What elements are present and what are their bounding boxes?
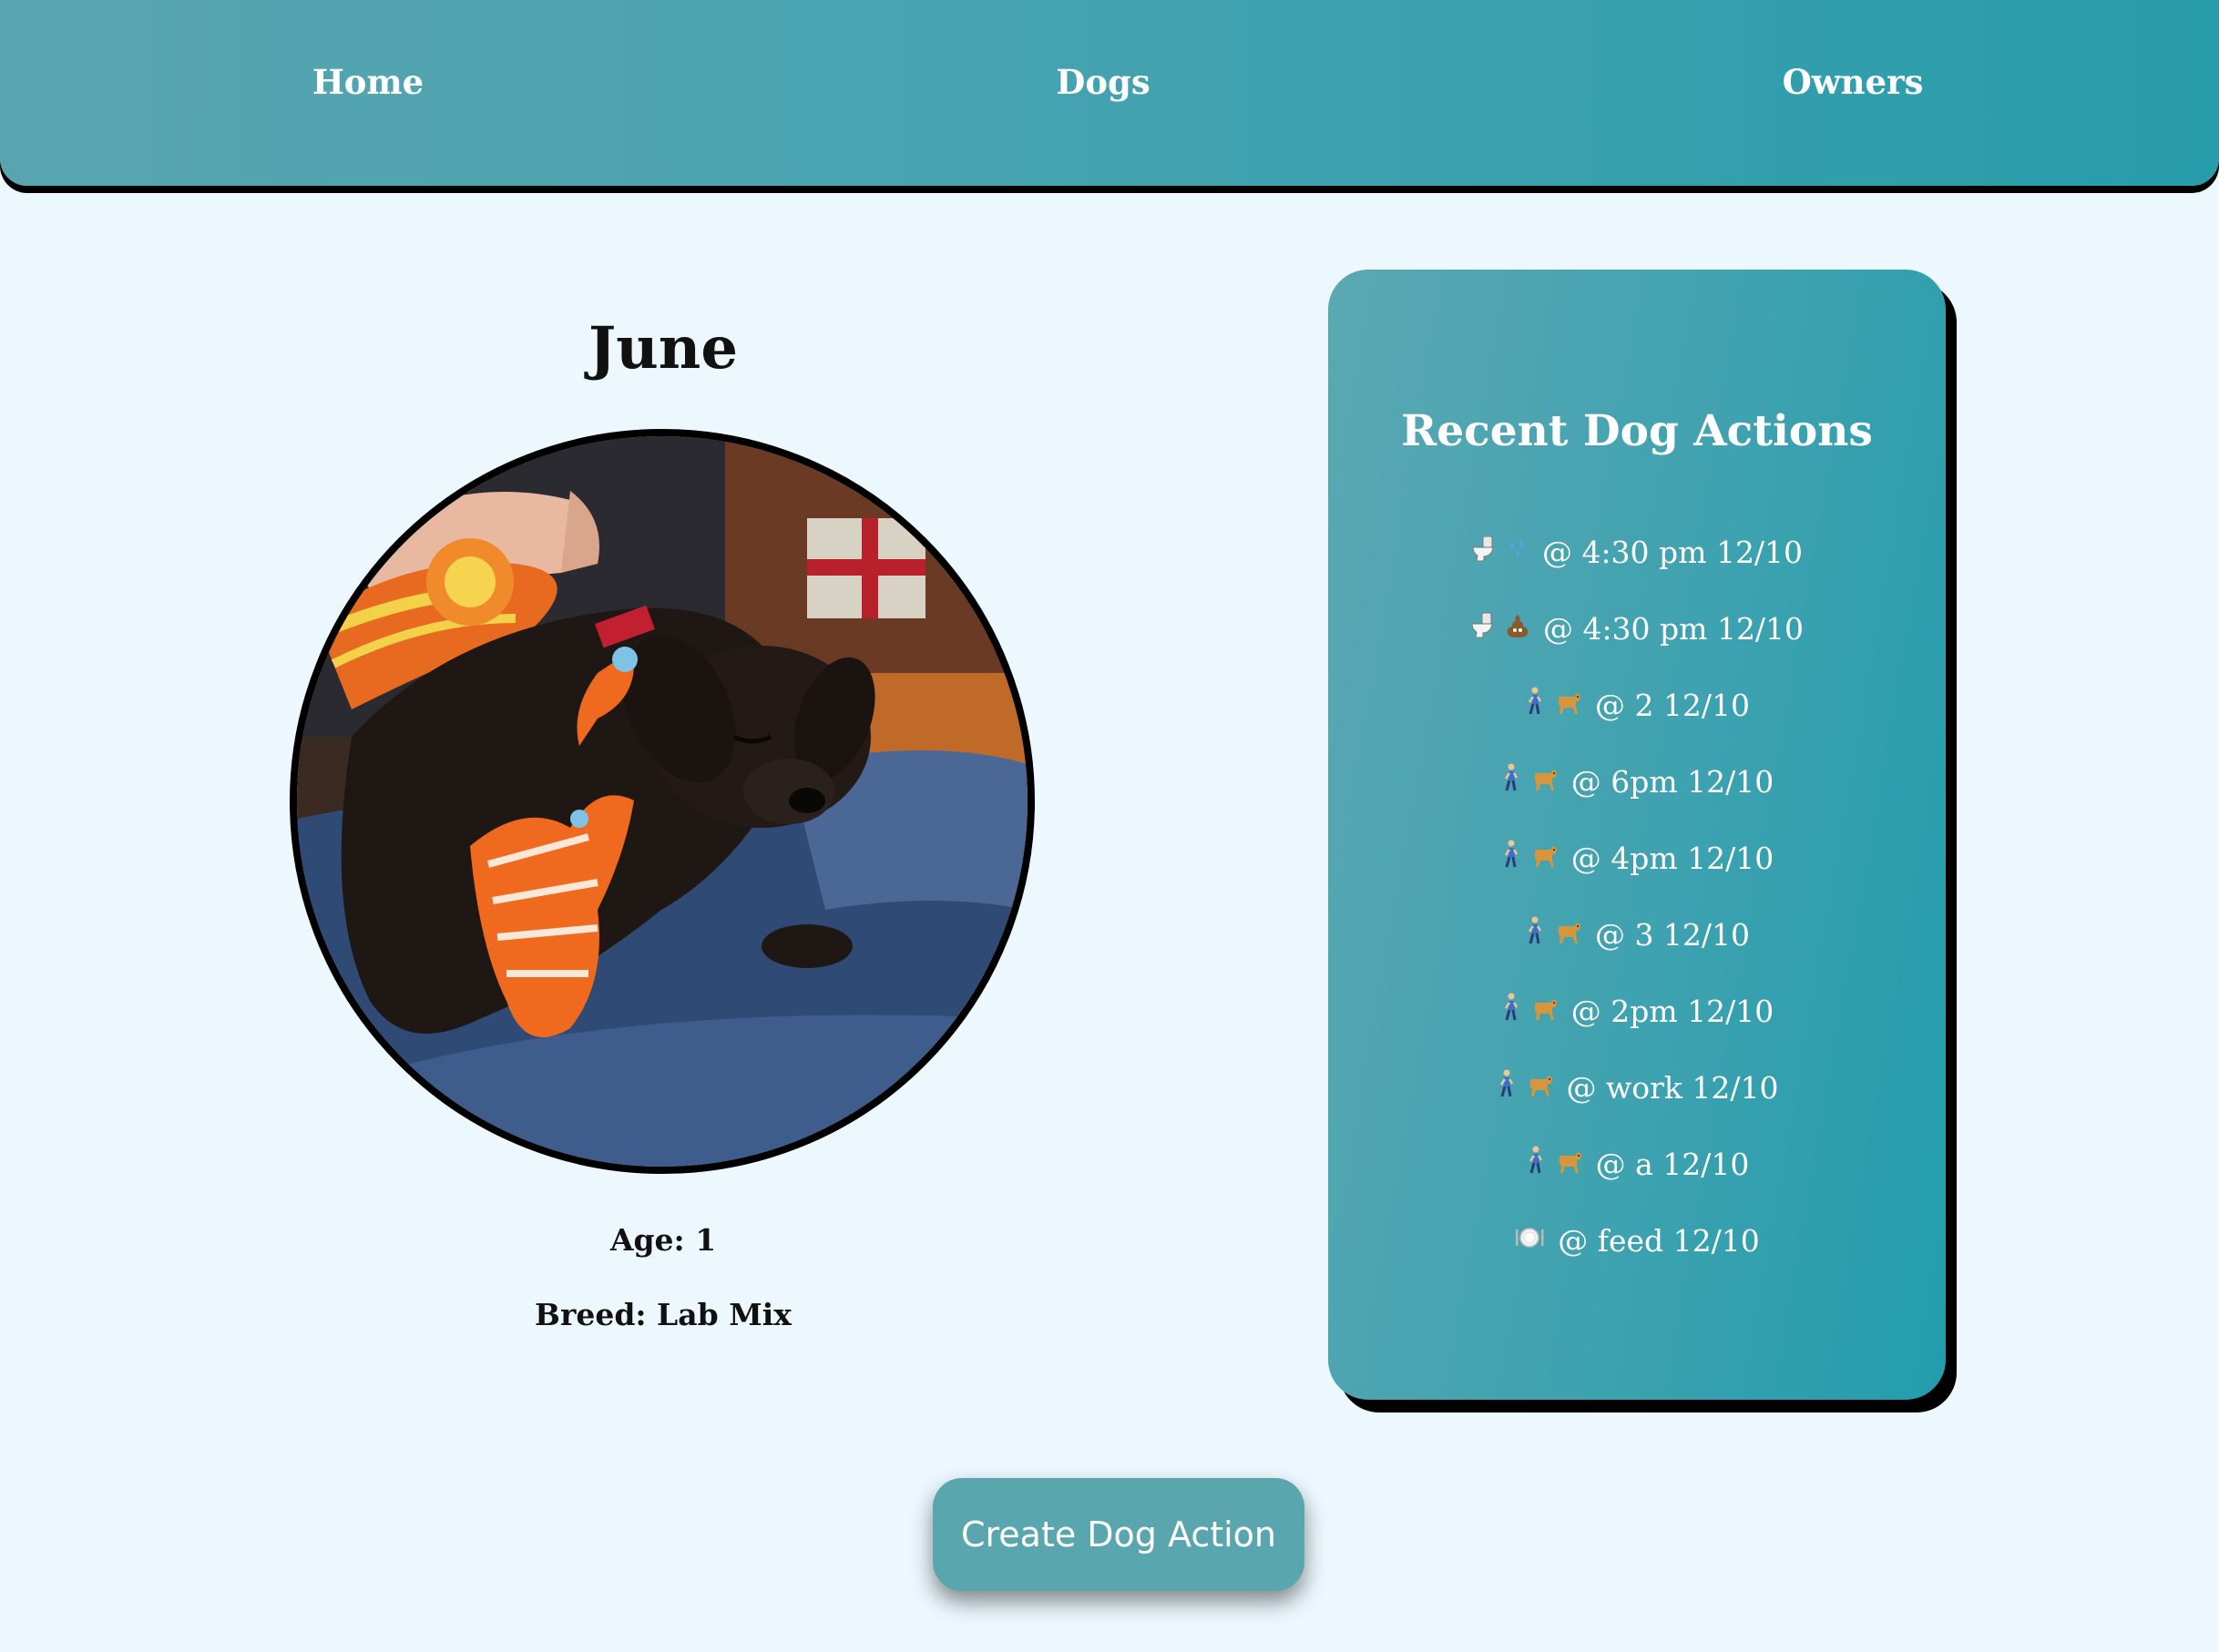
droplets-icon xyxy=(1506,535,1529,570)
dog-photo xyxy=(290,429,1035,1174)
action-text: @ 2 12/10 xyxy=(1594,687,1751,723)
action-text: @ 3 12/10 xyxy=(1594,916,1751,953)
action-icons xyxy=(1524,916,1582,953)
actions-list: @ 4:30 pm 12/10 @ 4:30 pm 12/10 @ 2 12/10 @… xyxy=(1328,514,1946,1279)
poop-icon xyxy=(1505,611,1530,647)
recent-actions-card: Recent Dog Actions @ 4:30 pm 12/10 @ 4:30… xyxy=(1328,270,1946,1400)
action-icons xyxy=(1470,611,1530,647)
dog-icon xyxy=(1531,841,1559,876)
action-text: @ feed 12/10 xyxy=(1558,1222,1760,1259)
action-item: @ a 12/10 xyxy=(1328,1126,1946,1202)
action-icons xyxy=(1500,763,1559,800)
action-icons xyxy=(1524,687,1582,723)
action-text: @ 4:30 pm 12/10 xyxy=(1541,534,1804,570)
action-icons xyxy=(1500,840,1559,876)
dog-icon xyxy=(1556,1147,1583,1182)
walking-person-icon xyxy=(1500,840,1520,876)
action-icons xyxy=(1500,993,1559,1029)
toilet-icon xyxy=(1471,535,1495,570)
walking-person-icon xyxy=(1500,763,1520,800)
dog-icon xyxy=(1531,764,1559,800)
action-text: @ 4pm 12/10 xyxy=(1570,840,1774,876)
walking-person-icon xyxy=(1524,916,1544,953)
action-icons xyxy=(1525,1146,1583,1182)
toilet-icon xyxy=(1470,611,1494,647)
action-icons xyxy=(1496,1069,1554,1106)
dog-icon xyxy=(1527,1070,1554,1106)
action-item: @ feed 12/10 xyxy=(1328,1202,1946,1279)
dog-icon xyxy=(1555,688,1582,723)
dog-icon xyxy=(1555,917,1582,953)
dog-name: June xyxy=(588,314,739,382)
action-item: @ 2pm 12/10 xyxy=(1328,973,1946,1049)
walking-person-icon xyxy=(1524,687,1544,723)
action-item: @ 4:30 pm 12/10 xyxy=(1328,590,1946,667)
action-item: @ 6pm 12/10 xyxy=(1328,743,1946,820)
action-item: @ 4:30 pm 12/10 xyxy=(1328,514,1946,590)
create-dog-action-button[interactable]: Create Dog Action xyxy=(933,1478,1304,1591)
action-icons xyxy=(1471,535,1529,570)
walking-person-icon xyxy=(1500,993,1520,1029)
walking-person-icon xyxy=(1496,1069,1516,1106)
action-text: @ work 12/10 xyxy=(1566,1069,1779,1106)
dog-breed: Breed: Lab Mix xyxy=(535,1297,792,1332)
card-title: Recent Dog Actions xyxy=(1401,406,1873,456)
top-nav: Home Dogs Owners xyxy=(0,0,2219,186)
plate-icon xyxy=(1514,1223,1545,1259)
action-text: @ 4:30 pm 12/10 xyxy=(1542,610,1805,647)
nav-link-home[interactable]: Home xyxy=(312,62,424,102)
action-text: @ 6pm 12/10 xyxy=(1570,763,1774,800)
action-item: @ 2 12/10 xyxy=(1328,667,1946,743)
nav-link-dogs[interactable]: Dogs xyxy=(1056,62,1150,102)
action-item: @ work 12/10 xyxy=(1328,1049,1946,1126)
action-icons xyxy=(1514,1223,1545,1259)
walking-person-icon xyxy=(1525,1146,1545,1182)
dog-photo-image xyxy=(297,436,1028,1167)
nav-link-owners[interactable]: Owners xyxy=(1783,62,1924,102)
action-item: @ 4pm 12/10 xyxy=(1328,820,1946,896)
dog-icon xyxy=(1531,994,1559,1029)
action-item: @ 3 12/10 xyxy=(1328,896,1946,973)
action-text: @ a 12/10 xyxy=(1595,1146,1750,1182)
action-text: @ 2pm 12/10 xyxy=(1570,993,1774,1029)
dog-age: Age: 1 xyxy=(609,1222,717,1258)
